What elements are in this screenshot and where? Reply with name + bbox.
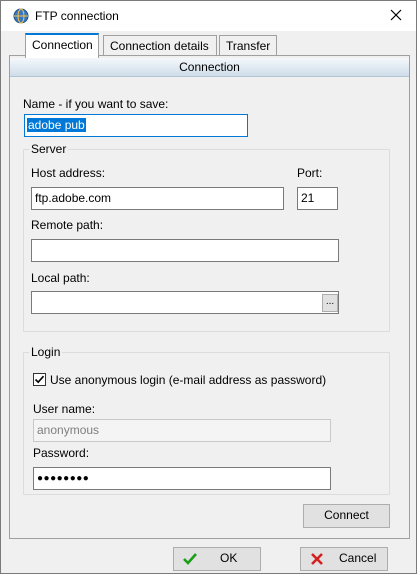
host-address-label: Host address: [31, 166, 106, 180]
name-input-value: adobe pub [27, 118, 86, 132]
section-header: Connection [10, 58, 409, 77]
port-value: 21 [301, 191, 315, 205]
close-button[interactable] [376, 1, 416, 31]
tab-label: Connection [32, 38, 93, 52]
name-label: Name - if you want to save: [23, 97, 169, 111]
anonymous-login-checkbox[interactable] [33, 373, 46, 386]
remote-path-label: Remote path: [31, 218, 104, 232]
host-address-input[interactable]: ftp.adobe.com [31, 187, 284, 210]
app-globe-icon [13, 8, 29, 24]
name-input[interactable]: adobe pub [24, 114, 248, 137]
close-icon [390, 9, 402, 24]
connect-button[interactable]: Connect [303, 504, 390, 528]
local-path-input[interactable] [31, 291, 339, 314]
port-input[interactable]: 21 [297, 187, 338, 210]
port-label: Port: [297, 166, 323, 180]
server-group-label: Server [29, 142, 69, 156]
window-title: FTP connection [35, 9, 119, 23]
anonymous-login-label[interactable]: Use anonymous login (e-mail address as p… [50, 373, 326, 387]
host-address-value: ftp.adobe.com [35, 191, 112, 205]
user-name-input[interactable]: anonymous [33, 419, 331, 442]
tab-label: Transfer [226, 39, 271, 53]
cancel-x-icon [309, 551, 325, 574]
tab-transfer[interactable]: Transfer [219, 35, 277, 57]
ok-label: OK [220, 551, 238, 565]
ftp-connection-dialog: FTP connection Connection Connection det… [0, 0, 417, 574]
login-group-label: Login [29, 345, 63, 359]
checkmark-icon [34, 375, 45, 384]
password-value: ●●●●●●●● [37, 473, 90, 484]
cancel-label: Cancel [339, 551, 377, 565]
tab-connection-details[interactable]: Connection details [103, 35, 217, 57]
checkmark-icon [182, 551, 198, 574]
ok-button[interactable]: OK [173, 547, 261, 571]
password-input[interactable]: ●●●●●●●● [33, 467, 331, 490]
title-bar: FTP connection [1, 1, 416, 31]
tab-label: Connection details [110, 39, 209, 53]
browse-local-path-button[interactable]: ... [322, 294, 338, 312]
password-label: Password: [33, 446, 90, 460]
cancel-button[interactable]: Cancel [300, 547, 388, 571]
user-name-label: User name: [33, 402, 96, 416]
tab-connection[interactable]: Connection [25, 33, 99, 58]
user-name-value: anonymous [37, 423, 100, 437]
remote-path-input[interactable] [31, 239, 339, 262]
local-path-label: Local path: [31, 271, 90, 285]
connection-tab-panel: Connection Name - if you want to save: a… [9, 55, 410, 539]
